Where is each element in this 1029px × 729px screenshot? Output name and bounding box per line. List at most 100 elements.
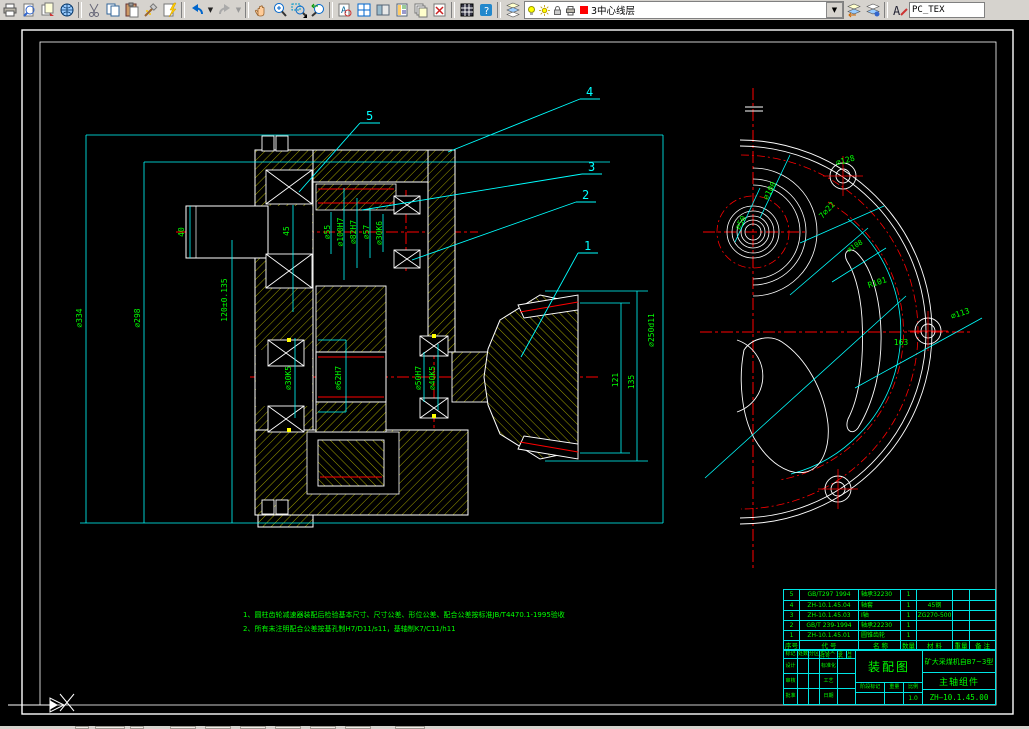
undo-icon[interactable] xyxy=(187,1,206,19)
technical-notes: 1、圆柱齿轮减速器装配后检验基本尺寸、尺寸公差、形位公差、配合公差按标准JB/T… xyxy=(243,608,565,636)
assembly-name: 主轴组件 xyxy=(923,673,995,690)
layer-color-swatch[interactable] xyxy=(580,6,588,14)
sheet-set-icon[interactable] xyxy=(411,1,430,19)
bom-cell: 45钢 xyxy=(917,600,953,610)
toolbar-separator xyxy=(329,2,333,18)
bom-cell xyxy=(970,610,995,620)
section-view: 5 4 3 2 1 ⌀334 ⌀298 120±0.135 40 45 ⌀55 … xyxy=(75,85,664,528)
break-marks xyxy=(745,106,763,112)
bom-cell: ZH-10.1.45.01 xyxy=(800,630,859,640)
cell-empty xyxy=(838,674,855,688)
paste-icon[interactable] xyxy=(122,1,141,19)
title-block-left: 标记 处数 分区 更改文件号 签名 年月日 设计 标准化 审核 xyxy=(784,651,856,704)
toolbar-separator xyxy=(884,2,888,18)
layers-icon[interactable] xyxy=(503,1,522,19)
dim-len121: 121 xyxy=(611,373,620,388)
layer-dropdown-value[interactable]: 3中心线层 xyxy=(591,3,826,17)
bom-cell: 3 xyxy=(784,610,800,620)
layer-states-icon[interactable] xyxy=(863,1,882,19)
label-change: 更改文件号 xyxy=(820,651,838,658)
drawing-title: 装配图 xyxy=(856,651,922,683)
cell-empty xyxy=(856,693,886,704)
layer-plot-icon[interactable] xyxy=(564,4,577,17)
bom-cell xyxy=(953,610,970,620)
match-lightning-icon[interactable] xyxy=(160,1,179,19)
dim-d62h7: ⌀62H7 xyxy=(334,366,343,390)
title-block: 标记 处数 分区 更改文件号 签名 年月日 设计 标准化 审核 xyxy=(783,650,996,705)
zoom-realtime-icon[interactable] xyxy=(270,1,289,19)
web-icon[interactable] xyxy=(57,1,76,19)
publish-icon[interactable] xyxy=(38,1,57,19)
bom-cell: ZG270-500 xyxy=(917,610,953,620)
bom-cell: 2 xyxy=(784,620,800,630)
cut-icon[interactable] xyxy=(84,1,103,19)
label-check: 审核 xyxy=(784,674,798,688)
calculator-icon[interactable] xyxy=(457,1,476,19)
label-weight: 重量 xyxy=(885,683,905,692)
undo-dropdown-icon[interactable]: ▼ xyxy=(206,1,215,19)
copy-icon[interactable] xyxy=(103,1,122,19)
drawing-canvas[interactable]: 5 4 3 2 1 ⌀334 ⌀298 120±0.135 40 45 ⌀55 … xyxy=(0,20,1029,726)
redo-dropdown-icon[interactable]: ▼ xyxy=(234,1,243,19)
plot-icon[interactable] xyxy=(0,1,19,19)
layer-previous-icon[interactable] xyxy=(844,1,863,19)
dim-len45: 45 xyxy=(282,226,291,236)
label-mark: 标记 xyxy=(784,651,798,658)
redo-icon[interactable] xyxy=(215,1,234,19)
bom-cell: 1 xyxy=(901,630,917,640)
tool-palettes-icon[interactable] xyxy=(392,1,411,19)
dim-d82h7: ⌀82H7 xyxy=(349,220,358,244)
toolbar-separator xyxy=(497,2,501,18)
title-block-right: 矿大采煤机自B7~3型 主轴组件 ZH—10.1.45.00 xyxy=(923,651,995,704)
print-preview-icon[interactable] xyxy=(19,1,38,19)
cell-empty xyxy=(809,674,820,688)
label-design: 设计 xyxy=(784,659,798,673)
text-style-field[interactable] xyxy=(909,2,985,18)
dim-d113: ⌀113 xyxy=(950,306,971,321)
layer-dropdown[interactable]: 3中心线层 ▼ xyxy=(524,1,844,19)
bom-cell xyxy=(953,630,970,640)
cell-empty xyxy=(798,659,809,673)
markup-icon[interactable] xyxy=(430,1,449,19)
bom-cell: 圆锥齿轮 xyxy=(859,630,901,640)
dim-len163: 163 xyxy=(894,338,909,347)
help-icon[interactable]: ? xyxy=(476,1,495,19)
label-approve: 批准 xyxy=(784,689,798,704)
layer-dropdown-arrow-icon[interactable]: ▼ xyxy=(826,2,843,18)
bom-cell xyxy=(970,620,995,630)
dim-d55: ⌀55 xyxy=(323,225,332,240)
bom-cell: 1 xyxy=(901,600,917,610)
dim-len135: 135 xyxy=(627,375,636,390)
layer-on-bulb-icon[interactable] xyxy=(525,4,538,17)
input-shaft xyxy=(185,205,269,259)
dim-d128: ⌀128 xyxy=(835,154,856,168)
designcenter-icon[interactable] xyxy=(373,1,392,19)
pan-icon[interactable] xyxy=(251,1,270,19)
callout-5: 5 xyxy=(366,109,373,123)
cell-empty xyxy=(798,689,809,704)
layer-lock-icon[interactable] xyxy=(551,4,564,17)
bom-cell: 轴承22230 xyxy=(859,620,901,630)
end-view: ⌀128 ⌀100 ⌀50 7⌀22 ⌀108 R101 163 ⌀113 xyxy=(700,88,983,568)
label-date: 日期 xyxy=(820,689,838,704)
bom-cell: 4 xyxy=(784,600,800,610)
toolbar-separator xyxy=(451,2,455,18)
dim-d30k6: ⌀30K6 xyxy=(375,221,384,245)
find-icon[interactable]: A xyxy=(335,1,354,19)
properties-icon[interactable] xyxy=(354,1,373,19)
match-properties-icon[interactable] xyxy=(141,1,160,19)
end-view-labels: ⌀128 ⌀100 ⌀50 7⌀22 ⌀108 R101 163 ⌀113 xyxy=(733,154,971,347)
text-style-icon[interactable]: A xyxy=(890,1,909,19)
zoom-previous-icon[interactable] xyxy=(308,1,327,19)
dim-holes: 7⌀22 xyxy=(817,200,837,220)
bom-cell xyxy=(970,600,995,610)
table-row: 2 GB/T 239-1994 轴承22230 1 xyxy=(784,620,995,630)
svg-text:A: A xyxy=(893,4,901,18)
layer-freeze-sun-icon[interactable] xyxy=(538,4,551,17)
bom-cell: 轴承32230 xyxy=(859,590,901,600)
zoom-window-icon[interactable] xyxy=(289,1,308,19)
label-count: 处数 xyxy=(798,651,809,658)
bom-cell xyxy=(917,590,953,600)
dim-d30k5: ⌀30K5 xyxy=(284,366,293,390)
bom-cell xyxy=(953,620,970,630)
